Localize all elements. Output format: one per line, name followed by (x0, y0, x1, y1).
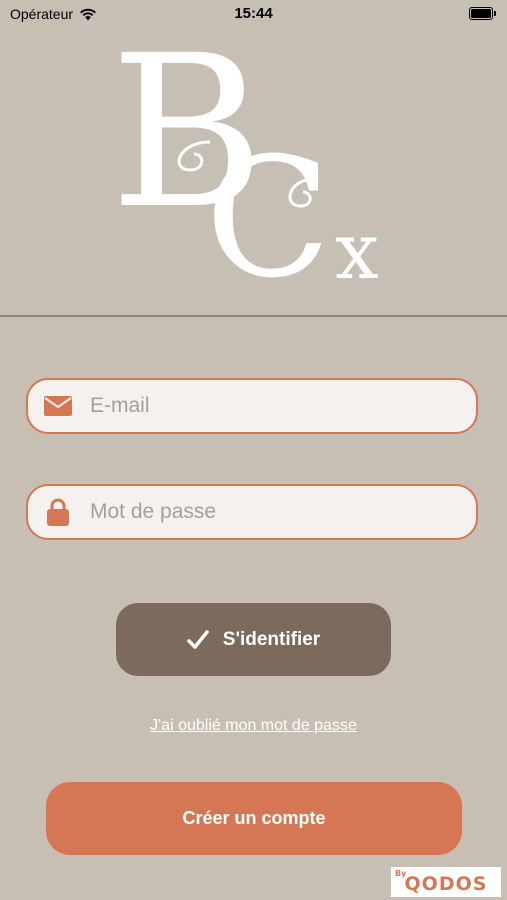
qodos-brand-logo: By QODOS (391, 867, 501, 897)
forgot-password-link[interactable]: J'ai oublié mon mot de passe (0, 717, 507, 735)
create-account-button[interactable]: Créer un compte (46, 782, 462, 855)
logo-letter-x: x (335, 207, 379, 290)
battery-icon (469, 7, 496, 20)
checkmark-icon (187, 629, 209, 649)
email-field[interactable] (26, 378, 478, 434)
brand-by: By (395, 869, 407, 878)
lock-icon (28, 498, 88, 526)
login-label: S'identifier (222, 628, 321, 650)
envelope-icon (28, 396, 88, 416)
password-input[interactable] (88, 499, 476, 525)
create-account-label: Créer un compte (182, 808, 326, 828)
header-divider (0, 315, 507, 317)
password-field[interactable] (26, 484, 478, 540)
bcx-logo: B C x (110, 30, 379, 290)
clock: 15:44 (234, 5, 273, 22)
status-bar: Opérateur 15:44 (0, 0, 507, 30)
email-input[interactable] (88, 393, 476, 419)
login-button[interactable]: S'identifier (116, 603, 391, 676)
brand-name: QODOS (404, 873, 488, 895)
logo-letter-c: C (205, 122, 331, 290)
